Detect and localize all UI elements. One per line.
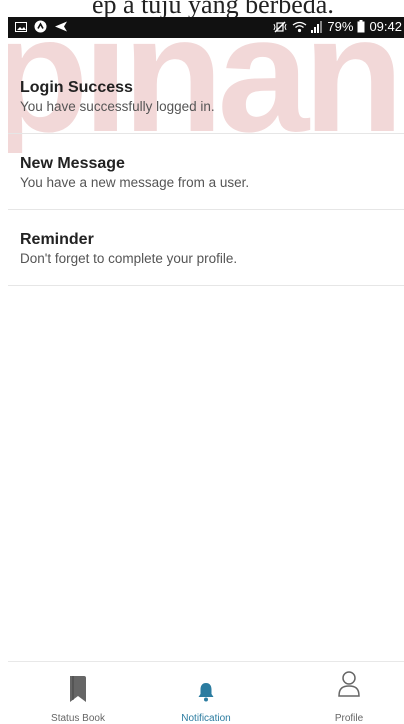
tab-label: Notification xyxy=(181,713,231,724)
notification-item[interactable]: New Message You have a new message from … xyxy=(8,134,404,210)
tab-label: Profile xyxy=(334,713,364,724)
send-icon xyxy=(54,21,68,32)
notification-message: You have successfully logged in. xyxy=(20,99,215,114)
battery-percent: 79% xyxy=(327,19,354,34)
person-icon xyxy=(337,670,361,703)
notification-item[interactable]: Login Success You have successfully logg… xyxy=(8,58,404,134)
notification-item[interactable]: Reminder Don't forget to complete your p… xyxy=(8,210,404,286)
image-icon xyxy=(15,21,27,32)
wifi-icon xyxy=(292,21,307,33)
battery-icon xyxy=(357,20,365,33)
status-bar-left xyxy=(15,20,68,33)
bottom-nav: Status Book Notification Profile xyxy=(8,661,404,724)
status-bar-right: 79% 09:42 xyxy=(272,19,402,34)
notification-title: Login Success xyxy=(20,79,133,96)
tab-notification[interactable]: Notification xyxy=(146,662,266,724)
app-icon xyxy=(34,20,47,33)
notification-message: You have a new message from a user. xyxy=(20,175,250,190)
signal-icon xyxy=(311,20,323,33)
tab-profile[interactable]: Profile xyxy=(289,662,404,724)
notification-list: Login Success You have successfully logg… xyxy=(8,58,404,286)
notification-title: Reminder xyxy=(20,231,94,248)
bell-icon xyxy=(198,682,214,707)
bookmark-icon xyxy=(68,676,88,707)
status-bar: 79% 09:42 xyxy=(8,17,404,38)
notification-message: Don't forget to complete your profile. xyxy=(20,251,238,266)
mute-vibrate-icon xyxy=(272,21,288,33)
clock: 09:42 xyxy=(369,19,402,34)
phone-screen: 79% 09:42 pinan Login Success You have s… xyxy=(8,17,404,724)
tab-status-book[interactable]: Status Book xyxy=(18,662,138,724)
notification-title: New Message xyxy=(20,155,125,172)
tab-label: Status Book xyxy=(51,713,105,724)
